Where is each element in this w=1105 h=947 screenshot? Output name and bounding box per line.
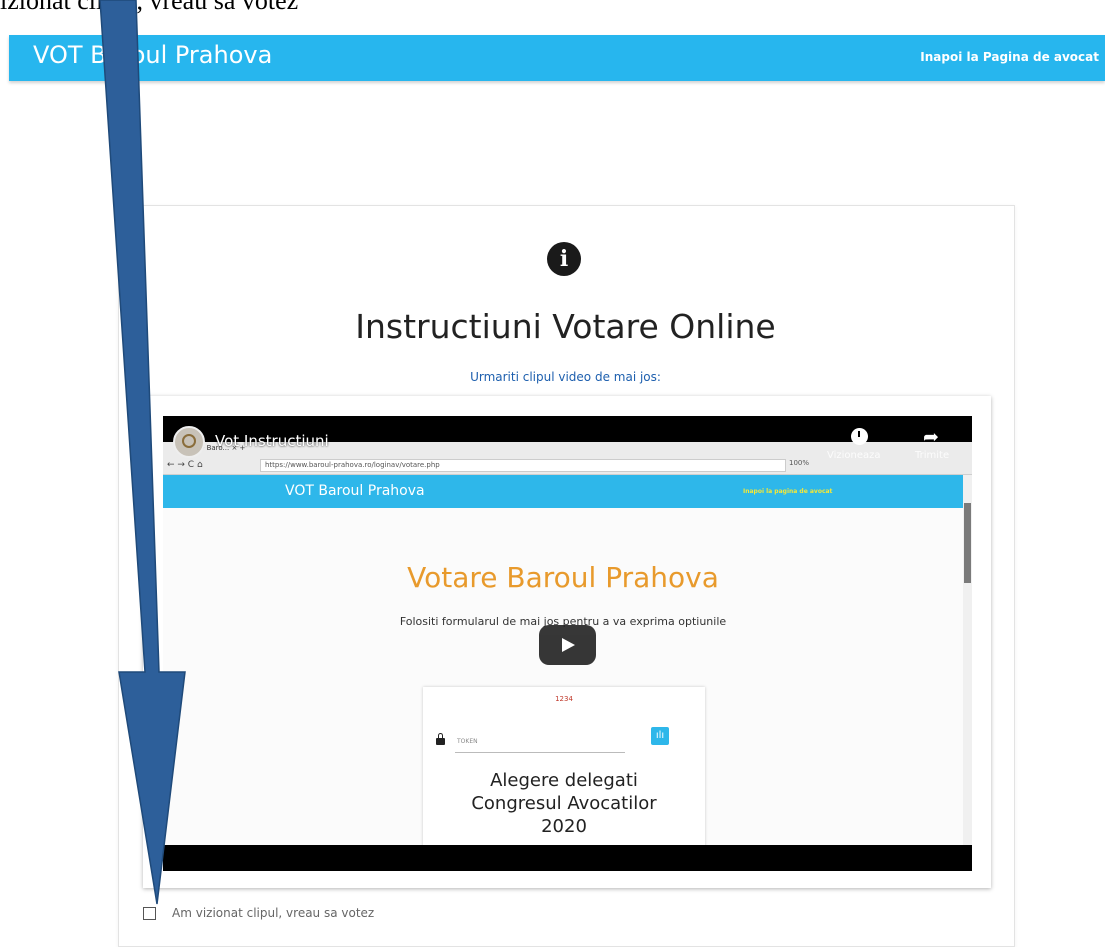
- annotation-arrow: [99, 0, 186, 905]
- arrow-icon: [99, 0, 186, 905]
